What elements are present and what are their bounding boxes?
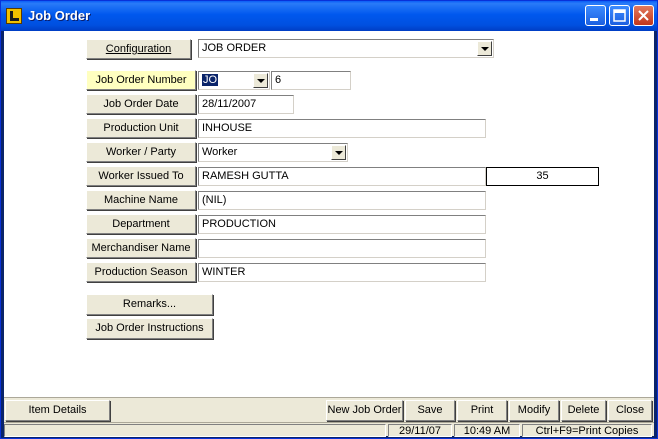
- window-title: Job Order: [28, 8, 91, 23]
- production-season-label: Production Season: [86, 262, 196, 282]
- form-area: Configuration JOB ORDER Job Order Number…: [4, 31, 654, 437]
- remarks-button[interactable]: Remarks...: [86, 294, 213, 315]
- title-bar[interactable]: Job Order: [1, 1, 657, 31]
- save-button[interactable]: Save: [405, 400, 455, 421]
- configuration-value: JOB ORDER: [202, 42, 267, 54]
- merchandiser-name-label: Merchandiser Name: [86, 238, 196, 258]
- worker-party-label: Worker / Party: [86, 142, 196, 162]
- configuration-label: Configuration: [105, 43, 172, 55]
- status-hint: Ctrl+F9=Print Copies: [522, 424, 652, 437]
- department-input[interactable]: PRODUCTION: [198, 215, 486, 234]
- new-job-order-button[interactable]: New Job Order: [326, 400, 403, 421]
- maximize-button[interactable]: [609, 5, 630, 26]
- merchandiser-name-input[interactable]: [198, 239, 486, 258]
- close-window-button[interactable]: [633, 5, 654, 26]
- delete-button[interactable]: Delete: [561, 400, 606, 421]
- status-message: [4, 424, 386, 437]
- worker-issued-to-label: Worker Issued To: [86, 166, 196, 186]
- item-details-button[interactable]: Item Details: [5, 400, 110, 421]
- close-icon: [638, 10, 649, 21]
- worker-party-select[interactable]: Worker: [198, 143, 348, 162]
- worker-issued-to-input[interactable]: RAMESH GUTTA: [198, 167, 486, 186]
- job-order-window: Job Order Configuration JOB ORDER Job Or…: [0, 0, 658, 439]
- job-order-prefix-select[interactable]: JO: [198, 71, 270, 90]
- maximize-icon: [613, 9, 626, 22]
- configuration-select[interactable]: JOB ORDER: [198, 39, 494, 58]
- bottom-toolbar: Item Details New Job Order Save Print Mo…: [4, 397, 654, 422]
- minimize-icon: [590, 18, 598, 21]
- production-season-input[interactable]: WINTER: [198, 263, 486, 282]
- status-date: 29/11/07: [388, 424, 452, 437]
- machine-name-label: Machine Name: [86, 190, 196, 210]
- chevron-down-icon[interactable]: [331, 145, 346, 160]
- job-order-prefix-value: JO: [202, 74, 219, 86]
- chevron-down-icon[interactable]: [477, 41, 492, 56]
- chevron-down-icon[interactable]: [253, 73, 268, 88]
- production-unit-input[interactable]: INHOUSE: [198, 119, 486, 138]
- print-button[interactable]: Print: [457, 400, 507, 421]
- machine-name-input[interactable]: (NIL): [198, 191, 486, 210]
- worker-code-field[interactable]: 35: [486, 167, 599, 186]
- job-order-date-input[interactable]: 28/11/2007: [198, 95, 294, 114]
- minimize-button[interactable]: [585, 5, 606, 26]
- job-order-date-label: Job Order Date: [86, 94, 196, 114]
- worker-party-value: Worker: [202, 146, 238, 158]
- job-order-number-label: Job Order Number: [86, 70, 196, 90]
- close-button[interactable]: Close: [608, 400, 652, 421]
- job-order-instructions-button[interactable]: Job Order Instructions: [86, 318, 213, 339]
- job-order-app-icon[interactable]: [6, 8, 22, 24]
- job-order-number-input[interactable]: 6: [271, 71, 351, 90]
- status-bar: 29/11/07 10:49 AM Ctrl+F9=Print Copies: [4, 422, 654, 437]
- production-unit-label: Production Unit: [86, 118, 196, 138]
- department-label: Department: [86, 214, 196, 234]
- modify-button[interactable]: Modify: [509, 400, 559, 421]
- configuration-button[interactable]: Configuration: [86, 39, 191, 59]
- status-time: 10:49 AM: [454, 424, 520, 437]
